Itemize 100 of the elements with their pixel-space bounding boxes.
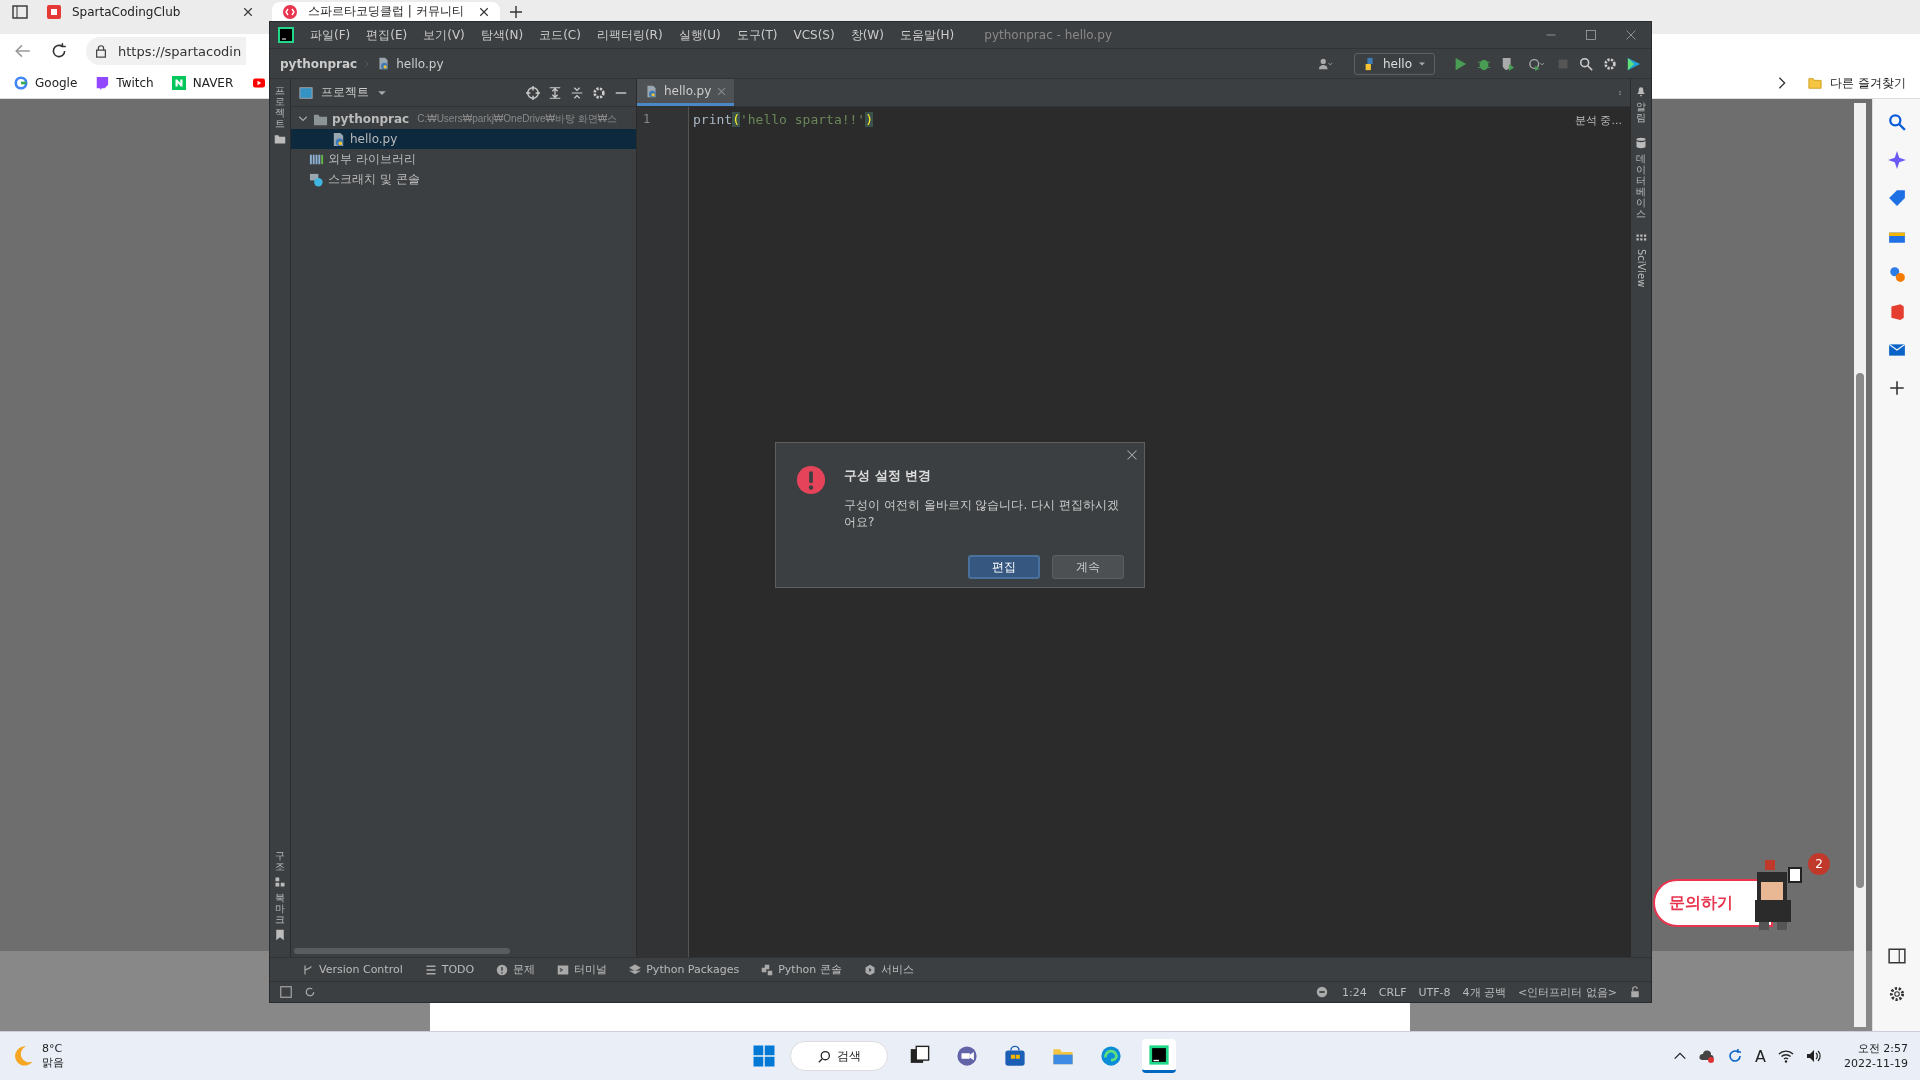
locate-icon[interactable] bbox=[526, 85, 540, 100]
status-item[interactable]: CRLF bbox=[1378, 985, 1407, 999]
bookmark[interactable]: Twitch bbox=[95, 76, 154, 90]
git-icon[interactable] bbox=[1314, 985, 1330, 999]
status-item[interactable]: <인터프리터 없음> bbox=[1518, 984, 1617, 1000]
menu-item[interactable]: 파일(F) bbox=[310, 26, 351, 44]
lock-icon[interactable] bbox=[1629, 986, 1641, 998]
breadcrumb-item[interactable]: pythonprac bbox=[280, 56, 358, 71]
run-icon[interactable] bbox=[1453, 56, 1467, 71]
bookmark[interactable]: Google bbox=[14, 76, 78, 90]
browser-icon[interactable] bbox=[1100, 1045, 1122, 1067]
clock-time[interactable]: 오전 2:57 bbox=[1857, 1041, 1908, 1056]
folder-icon[interactable] bbox=[274, 133, 286, 145]
side-tool-tab[interactable]: SciView bbox=[1635, 249, 1647, 288]
volume-icon[interactable] bbox=[1806, 1048, 1823, 1064]
expand-all-icon[interactable] bbox=[548, 85, 562, 100]
ide-logo-icon[interactable] bbox=[278, 27, 294, 43]
tool-window-tab[interactable]: TODO bbox=[424, 963, 475, 976]
reload-icon[interactable] bbox=[50, 42, 68, 60]
tool-window-tab[interactable]: 터미널 bbox=[557, 962, 608, 977]
structure-icon[interactable] bbox=[274, 876, 286, 888]
menu-item[interactable]: VCS(S) bbox=[793, 28, 835, 42]
error-icon bbox=[796, 465, 826, 495]
tree-item[interactable]: hello.py bbox=[291, 129, 636, 149]
game-piece-icon[interactable] bbox=[1887, 265, 1906, 283]
menu-item[interactable]: 도구(T) bbox=[736, 26, 778, 44]
google-icon[interactable] bbox=[14, 76, 28, 90]
bookmark-icon[interactable] bbox=[274, 929, 286, 941]
logo-icon[interactable] bbox=[282, 3, 298, 20]
coverage-icon[interactable] bbox=[1501, 56, 1515, 71]
menu-item[interactable]: 도움말(H) bbox=[899, 26, 955, 44]
close-icon[interactable] bbox=[242, 5, 254, 18]
dialog-button[interactable]: 편집 bbox=[968, 555, 1040, 579]
browser-tab[interactable]: 스파르타코딩클럽 | 커뮤니티 bbox=[272, 2, 500, 21]
video-chat-icon[interactable] bbox=[956, 1045, 978, 1067]
bookmark[interactable]: NAVER bbox=[171, 76, 234, 90]
tree-item[interactable]: 스크래치 및 콘솔 bbox=[291, 169, 636, 189]
code-line: print('hello sparta!!') bbox=[692, 111, 875, 129]
ide-logo-icon[interactable] bbox=[1148, 1043, 1170, 1066]
menu-item[interactable]: 리팩터링(R) bbox=[596, 26, 663, 44]
clock-date[interactable]: 2022-11-19 bbox=[1844, 1056, 1908, 1071]
tool-window-tab[interactable]: 문제 bbox=[496, 962, 536, 977]
status-item[interactable]: 1:24 bbox=[1342, 985, 1367, 999]
dialog-button[interactable]: 계속 bbox=[1052, 555, 1124, 579]
menu-item[interactable]: 보기(V) bbox=[423, 26, 465, 44]
side-tool-tab[interactable]: 데이터베이스 bbox=[1636, 153, 1646, 219]
scrollbar[interactable] bbox=[1854, 103, 1866, 1027]
side-tool-tab[interactable]: 프로젝트 bbox=[275, 85, 285, 129]
maximize-icon[interactable] bbox=[1585, 29, 1597, 41]
breadcrumb-item[interactable]: hello.py bbox=[396, 56, 444, 71]
tree-item[interactable]: pythonprac C:₩Users₩parkj₩OneDrive₩바탕 화면₩스 bbox=[291, 109, 636, 129]
wifi-icon[interactable] bbox=[1778, 1048, 1795, 1064]
panel-title[interactable]: 프로젝트 bbox=[321, 84, 369, 101]
menu-item[interactable]: 탐색(N) bbox=[480, 26, 524, 44]
side-tool-tab[interactable]: 구조 bbox=[275, 850, 285, 872]
back-icon[interactable] bbox=[14, 42, 32, 60]
tool-window-tab[interactable]: Python Packages bbox=[629, 963, 740, 976]
search-icon[interactable] bbox=[1887, 113, 1906, 131]
store-icon[interactable] bbox=[1004, 1045, 1026, 1067]
menu-item[interactable]: 실행(U) bbox=[678, 26, 721, 44]
windows-start-icon[interactable] bbox=[752, 1044, 776, 1068]
address-bar[interactable]: https://spartacodin bbox=[86, 37, 246, 65]
tree-item[interactable]: 외부 라이브러리 bbox=[291, 149, 636, 169]
tool-window-tab[interactable]: Python 콘솔 bbox=[761, 962, 842, 977]
side-tool-tab[interactable]: 북마크 bbox=[275, 892, 285, 925]
side-tool-tab[interactable]: 알림 bbox=[1636, 101, 1646, 123]
panel-icon[interactable] bbox=[1887, 947, 1906, 965]
taskbar-search[interactable]: 검색 bbox=[790, 1041, 888, 1071]
tool-window-tab[interactable]: Version Control bbox=[302, 963, 403, 976]
settings-icon[interactable] bbox=[592, 85, 606, 100]
status-item[interactable]: 4개 공백 bbox=[1462, 984, 1507, 1000]
mail-icon[interactable] bbox=[1887, 341, 1906, 359]
play-logo-icon[interactable] bbox=[251, 77, 268, 89]
run-config-dropdown[interactable]: hello bbox=[1354, 52, 1435, 75]
sync-icon[interactable] bbox=[1727, 1048, 1744, 1064]
database-icon[interactable] bbox=[1635, 137, 1647, 149]
collapse-all-icon[interactable] bbox=[570, 85, 584, 100]
plugin-logo-icon[interactable] bbox=[1627, 56, 1641, 71]
sidebar-toggle-icon[interactable] bbox=[12, 4, 28, 20]
bell-icon[interactable] bbox=[1635, 85, 1647, 97]
add-icon[interactable] bbox=[1887, 379, 1906, 397]
tool-window-tab[interactable]: 서비스 bbox=[863, 962, 914, 977]
logo-icon[interactable] bbox=[46, 3, 62, 20]
tag-icon[interactable] bbox=[1887, 189, 1906, 207]
chat-bubble-icon[interactable] bbox=[95, 76, 110, 90]
menu-item[interactable]: 코드(C) bbox=[539, 26, 581, 44]
sparkle-icon[interactable] bbox=[1887, 151, 1906, 169]
input-language[interactable]: A bbox=[1755, 1046, 1767, 1066]
editor-tab[interactable]: hello.py bbox=[637, 79, 735, 106]
cloud-icon[interactable] bbox=[1699, 1048, 1716, 1064]
browser-tab[interactable]: SpartaCodingClub bbox=[36, 2, 264, 21]
bookmark-folder[interactable]: 다른 즐겨찾기 bbox=[1807, 74, 1906, 92]
settings-icon[interactable] bbox=[1603, 56, 1617, 71]
status-item[interactable]: UTF-8 bbox=[1418, 985, 1451, 999]
close-icon[interactable] bbox=[478, 5, 490, 18]
new-tab-icon[interactable] bbox=[508, 4, 524, 20]
search-icon[interactable] bbox=[1579, 56, 1593, 71]
menu-item[interactable]: 편집(E) bbox=[366, 26, 408, 44]
menu-item[interactable]: 창(W) bbox=[850, 26, 884, 44]
settings-icon[interactable] bbox=[1887, 985, 1906, 1003]
